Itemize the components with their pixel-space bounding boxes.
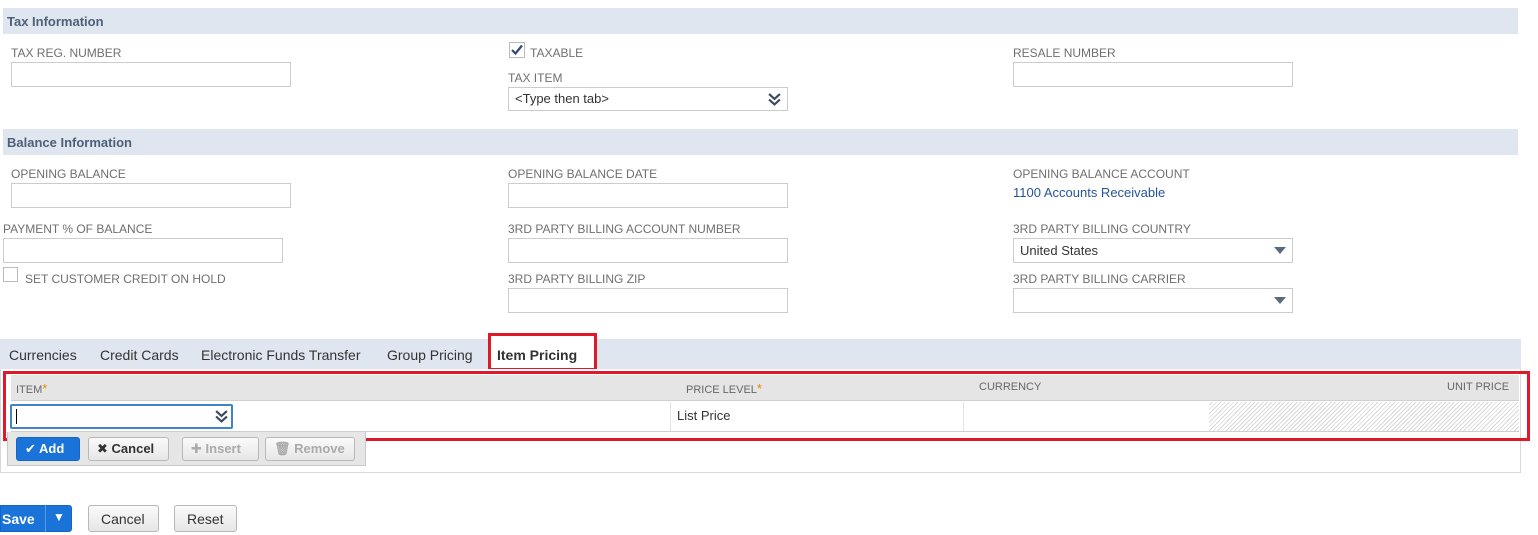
third-party-zip-label: 3RD PARTY BILLING ZIP bbox=[508, 272, 646, 286]
tax-information-title: Tax Information bbox=[7, 14, 104, 29]
opening-balance-input[interactable] bbox=[11, 183, 291, 208]
column-header-item: ITEM* bbox=[16, 381, 48, 396]
double-chevron-down-icon[interactable] bbox=[215, 410, 228, 423]
text-cursor bbox=[16, 409, 17, 424]
item-select-input[interactable] bbox=[10, 404, 233, 429]
close-icon: ✖ bbox=[97, 441, 108, 456]
column-divider bbox=[963, 402, 964, 431]
tax-reg-number-label: TAX REG. NUMBER bbox=[11, 46, 122, 60]
add-button[interactable]: ✔ Add bbox=[16, 437, 80, 461]
taxable-checkbox[interactable] bbox=[509, 42, 525, 58]
column-header-price-level: PRICE LEVEL* bbox=[686, 381, 762, 396]
third-party-account-label: 3RD PARTY BILLING ACCOUNT NUMBER bbox=[508, 222, 741, 236]
opening-balance-account-link[interactable]: 1100 Accounts Receivable bbox=[1013, 185, 1165, 200]
balance-information-header: Balance Information bbox=[3, 129, 1518, 155]
tax-item-label: TAX ITEM bbox=[508, 71, 563, 85]
grid-header bbox=[11, 375, 1519, 401]
checkmark-icon bbox=[509, 42, 525, 58]
save-button[interactable]: Save bbox=[2, 511, 35, 527]
unit-price-cell bbox=[1209, 402, 1519, 431]
tab-currencies[interactable]: Currencies bbox=[9, 347, 77, 363]
third-party-carrier-label: 3RD PARTY BILLING CARRIER bbox=[1013, 272, 1186, 286]
double-chevron-down-icon[interactable] bbox=[768, 93, 781, 106]
opening-balance-account-label: OPENING BALANCE ACCOUNT bbox=[1013, 167, 1190, 181]
save-menu-toggle[interactable]: ▼ bbox=[46, 505, 72, 532]
credit-hold-label: SET CUSTOMER CREDIT ON HOLD bbox=[25, 272, 226, 286]
tax-reg-number-input[interactable] bbox=[11, 62, 291, 87]
tax-item-select[interactable]: <Type then tab> bbox=[508, 87, 788, 111]
opening-balance-date-label: OPENING BALANCE DATE bbox=[508, 167, 658, 181]
tab-group-pricing[interactable]: Group Pricing bbox=[387, 347, 473, 363]
reset-button[interactable]: Reset bbox=[174, 505, 237, 532]
third-party-zip-input[interactable] bbox=[508, 288, 788, 313]
resale-number-input[interactable] bbox=[1013, 62, 1293, 87]
opening-balance-label: OPENING BALANCE bbox=[11, 167, 126, 181]
tax-information-header: Tax Information bbox=[3, 8, 1518, 34]
tab-credit-cards[interactable]: Credit Cards bbox=[100, 347, 179, 363]
required-marker: * bbox=[756, 381, 762, 396]
line-cancel-button[interactable]: ✖ Cancel bbox=[88, 437, 169, 461]
balance-information-title: Balance Information bbox=[7, 135, 132, 150]
plus-icon: ✚ bbox=[191, 441, 202, 456]
column-header-currency: CURRENCY bbox=[979, 381, 1042, 393]
required-marker: * bbox=[42, 381, 48, 396]
third-party-country-label: 3RD PARTY BILLING COUNTRY bbox=[1013, 222, 1191, 236]
check-icon: ✔ bbox=[25, 441, 36, 456]
trash-icon: 🗑 bbox=[274, 441, 291, 456]
taxable-label: TAXABLE bbox=[530, 46, 584, 60]
third-party-country-select[interactable]: United States bbox=[1013, 238, 1293, 263]
caret-down-icon[interactable] bbox=[1274, 247, 1286, 254]
tab-item-pricing[interactable]: Item Pricing bbox=[497, 347, 577, 363]
payment-percent-input[interactable] bbox=[3, 238, 283, 263]
caret-down-icon[interactable] bbox=[1274, 297, 1286, 304]
third-party-account-input[interactable] bbox=[508, 238, 788, 263]
payment-percent-label: PAYMENT % OF BALANCE bbox=[3, 222, 153, 236]
column-header-unit-price: UNIT PRICE bbox=[1447, 381, 1510, 393]
third-party-country-value: United States bbox=[1020, 243, 1099, 258]
column-divider bbox=[670, 402, 671, 431]
remove-button[interactable]: 🗑 Remove bbox=[265, 437, 355, 461]
cancel-button[interactable]: Cancel bbox=[88, 505, 159, 532]
opening-balance-date-input[interactable] bbox=[508, 183, 788, 208]
resale-number-label: RESALE NUMBER bbox=[1013, 46, 1116, 60]
caret-down-icon: ▼ bbox=[53, 510, 65, 524]
insert-button[interactable]: ✚ Insert bbox=[182, 437, 259, 461]
third-party-carrier-select[interactable] bbox=[1013, 288, 1293, 313]
tab-electronic-funds-transfer[interactable]: Electronic Funds Transfer bbox=[201, 347, 361, 363]
tax-item-value: <Type then tab> bbox=[515, 91, 609, 106]
price-level-cell[interactable]: List Price bbox=[677, 408, 730, 423]
credit-hold-checkbox[interactable] bbox=[3, 267, 18, 282]
